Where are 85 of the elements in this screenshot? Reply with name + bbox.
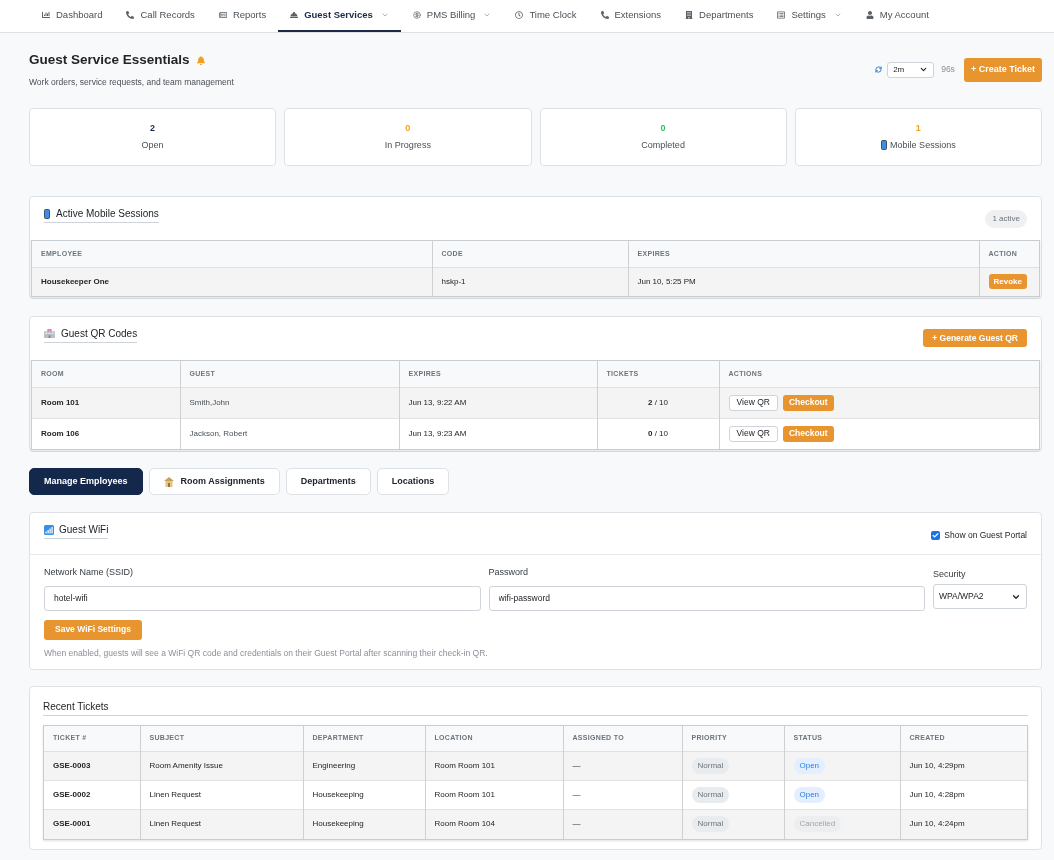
concierge-bell-icon	[290, 11, 299, 19]
table-cell: Jun 10, 4:29pm	[900, 751, 1027, 781]
table-cell: Jun 10, 4:28pm	[900, 780, 1027, 810]
stat-value: 0	[405, 122, 411, 134]
field-label: Security	[933, 568, 967, 580]
field-label: Network Name (SSID)	[44, 566, 134, 578]
section-tab[interactable]: Locations	[376, 468, 450, 495]
nav-tab[interactable]: Guest Services	[278, 0, 401, 32]
stat-label: Mobile Sessions	[890, 139, 956, 151]
newspaper-icon	[218, 11, 227, 19]
section-tab[interactable]: Manage Employees	[29, 468, 143, 495]
refresh-icon	[875, 66, 883, 73]
input-field[interactable]: wifi-password	[488, 585, 925, 611]
interval-select[interactable]: 2m	[887, 61, 935, 78]
section-tab[interactable]: Room Assignments	[148, 468, 280, 495]
checkbox[interactable]	[931, 530, 941, 540]
page-subtitle: Work orders, service requests, and team management	[29, 77, 234, 88]
table-cell: 0 / 10	[597, 418, 719, 449]
table-cell: Jackson, Robert	[180, 418, 399, 449]
stat-value: 0	[660, 122, 666, 134]
table-cell: Housekeeper One	[32, 267, 432, 296]
nav-tab[interactable]: PMS Billing	[400, 0, 504, 32]
status-badge: Open	[793, 787, 826, 803]
smartphone-icon	[44, 208, 50, 219]
stat-label: In Progress	[384, 139, 431, 151]
caret-icon	[380, 11, 389, 19]
building-icon	[44, 329, 55, 338]
field-label: Password	[488, 566, 529, 578]
nav-tab[interactable]: Time Clock	[503, 0, 589, 32]
stat-label: Completed	[641, 139, 685, 151]
nav-tab[interactable]: Call Records	[114, 0, 207, 32]
table-cell: hskp-1	[432, 267, 628, 296]
panel-title: Recent Tickets	[43, 699, 110, 713]
priority-badge: Normal	[691, 816, 730, 833]
stat-value: 1	[915, 122, 921, 134]
priority-badge: Normal	[691, 758, 730, 774]
table-cell: Room Room 104	[425, 809, 563, 839]
dollar-coin-icon	[412, 11, 421, 19]
priority-badge: Normal	[691, 787, 730, 803]
table-cell: Jun 13, 9:23 AM	[399, 418, 597, 449]
bar-chart-icon	[42, 11, 50, 19]
input-field[interactable]: hotel-wifi	[44, 585, 481, 611]
building-icon	[685, 11, 693, 19]
smartphone-icon	[881, 140, 888, 150]
table-cell: Jun 10, 5:25 PM	[628, 267, 979, 296]
count-badge: 1 active	[985, 210, 1027, 228]
nav-tab[interactable]: Reports	[206, 0, 279, 32]
nav-tab[interactable]: Extensions	[588, 0, 673, 32]
status-badge: Cancelled	[793, 816, 842, 833]
table-cell: GSE-0001	[44, 809, 140, 839]
countdown-text: 96s	[941, 63, 955, 76]
section-tab[interactable]: Departments	[285, 468, 371, 495]
caret-icon	[833, 11, 842, 19]
user-icon	[865, 11, 874, 19]
page-title: Guest Service Essentials	[29, 51, 190, 69]
panel-title: Guest QR Codes	[61, 327, 138, 340]
table-cell: Room 106	[32, 418, 180, 449]
status-badge: Open	[793, 758, 826, 774]
checkbox-label: Show on Guest Portal	[944, 529, 1027, 542]
clock-icon	[515, 11, 524, 19]
nav-tab[interactable]: Settings	[765, 0, 854, 32]
nav-tab[interactable]: Departments	[673, 0, 766, 32]
caret-icon	[919, 65, 929, 74]
stat-value: 2	[150, 122, 156, 134]
nav-tab[interactable]: My Account	[853, 0, 941, 32]
checkmark-icon	[932, 531, 940, 539]
view-qr-button[interactable]: View QR	[728, 394, 778, 411]
table-cell: Linen Request	[140, 809, 303, 839]
caret-icon	[483, 11, 492, 19]
phone-icon	[126, 11, 135, 19]
panel-title: Guest WiFi	[59, 523, 109, 536]
panel-title: Active Mobile Sessions	[56, 207, 159, 220]
nav-tab[interactable]: Dashboard	[30, 0, 115, 32]
house-icon	[163, 476, 174, 487]
bell-icon	[196, 55, 205, 65]
view-qr-button[interactable]: View QR	[728, 425, 778, 442]
table-cell: Housekeeping	[303, 809, 425, 839]
table-cell: Jun 10, 4:24pm	[900, 809, 1027, 839]
table-cell: —	[563, 809, 682, 839]
stat-label: Open	[141, 139, 164, 151]
help-text: When enabled, guests will see a WiFi QR code and credentials on their Guest Portal after scanning their check-in QR.	[44, 647, 489, 659]
security-select[interactable]: WPA/WPA2	[933, 584, 1027, 609]
phone-icon	[600, 11, 609, 19]
signal-bars-icon	[44, 524, 54, 535]
list-icon	[777, 11, 786, 19]
